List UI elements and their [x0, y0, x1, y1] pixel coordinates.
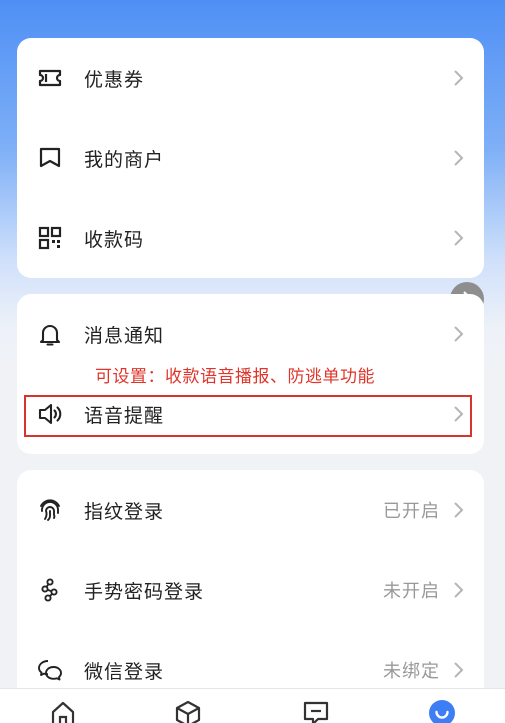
annotation-text: 可设置：收款语音播报、防逃单功能	[95, 367, 375, 387]
bell-icon	[37, 321, 63, 347]
menu-item-my-merchants[interactable]: 我的商户	[17, 128, 484, 188]
highlight-box	[24, 395, 472, 437]
profile-icon[interactable]	[428, 699, 456, 723]
qr-code-icon	[37, 225, 63, 251]
menu-item-label: 手势密码登录	[84, 580, 205, 603]
box-icon[interactable]	[174, 699, 202, 723]
menu-item-fingerprint-login[interactable]: 指纹登录 已开启	[17, 480, 484, 540]
status-value: 未开启	[383, 581, 440, 602]
chevron-right-icon	[454, 502, 464, 518]
menu-item-coupons[interactable]: 优惠券	[17, 48, 484, 108]
menu-item-gesture-login[interactable]: 手势密码登录 未开启	[17, 560, 484, 620]
menu-item-label: 微信登录	[84, 660, 165, 683]
fingerprint-icon	[37, 497, 63, 523]
card-account: 优惠券 我的商户 收款码	[17, 38, 484, 278]
chevron-right-icon	[454, 582, 464, 598]
menu-item-label: 收款码	[84, 228, 145, 251]
menu-item-label: 优惠券	[84, 68, 145, 91]
menu-item-label: 指纹登录	[84, 500, 165, 523]
gesture-icon	[37, 577, 63, 603]
card-security: 指纹登录 已开启 手势密码登录 未开启 微信登录 未绑定	[17, 470, 484, 710]
status-value: 未绑定	[383, 661, 440, 682]
chevron-right-icon	[454, 150, 464, 166]
chevron-right-icon	[454, 70, 464, 86]
bottom-tab-bar	[0, 688, 505, 723]
menu-item-payment-code[interactable]: 收款码	[17, 208, 484, 268]
home-icon[interactable]	[49, 699, 77, 723]
menu-item-label: 我的商户	[84, 148, 165, 171]
ticket-icon	[37, 65, 63, 91]
shop-icon	[37, 145, 63, 171]
chevron-right-icon	[454, 662, 464, 678]
message-icon[interactable]	[302, 699, 330, 723]
menu-item-label: 消息通知	[84, 324, 165, 347]
chevron-right-icon	[454, 326, 464, 342]
wechat-icon	[37, 657, 63, 683]
chevron-right-icon	[454, 230, 464, 246]
status-value: 已开启	[383, 501, 440, 522]
menu-item-message-notifications[interactable]: 消息通知	[17, 304, 484, 364]
